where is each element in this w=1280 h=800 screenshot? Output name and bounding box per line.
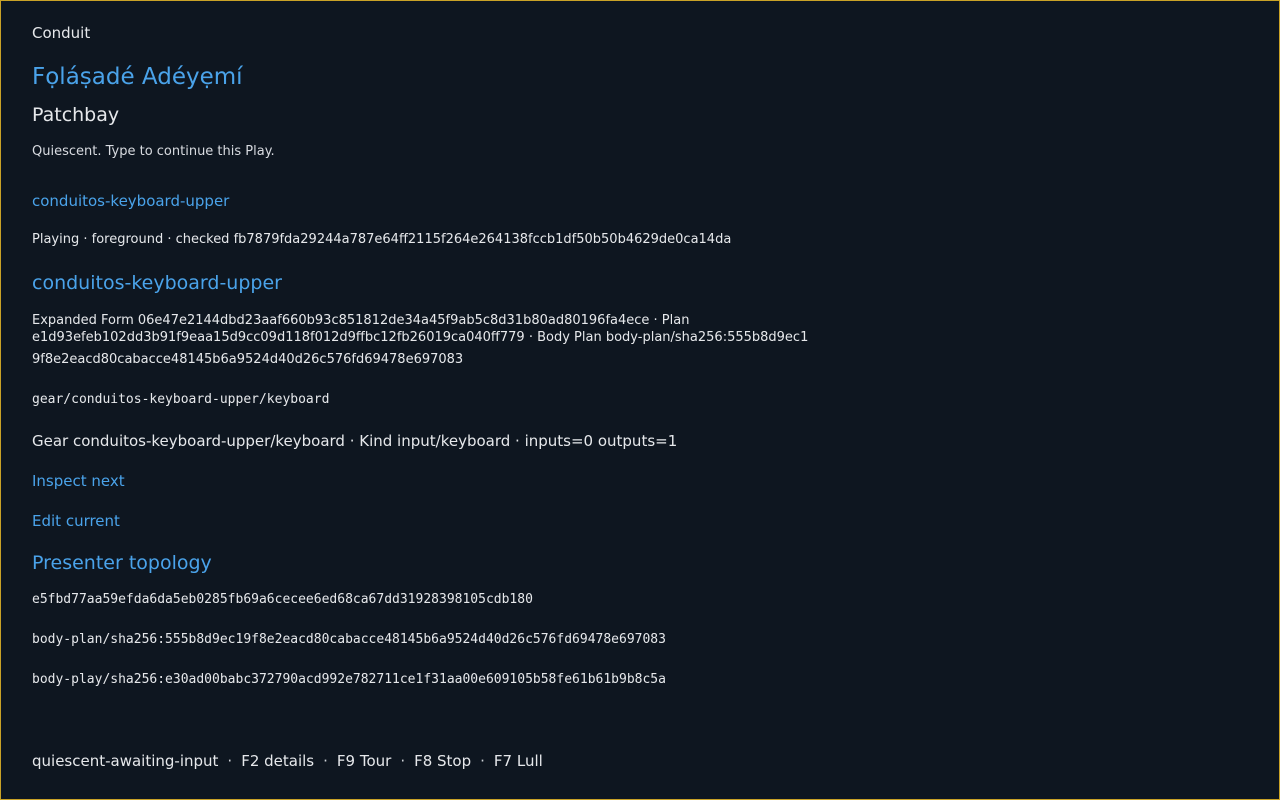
footer-state: quiescent-awaiting-input bbox=[32, 752, 219, 770]
edit-current-link[interactable]: Edit current bbox=[32, 512, 120, 530]
form-section-title: conduitos-keyboard-upper bbox=[32, 272, 282, 294]
inspect-next-link[interactable]: Inspect next bbox=[32, 472, 125, 490]
footer-key-tour[interactable]: F9 Tour bbox=[337, 752, 391, 770]
expanded-form-text: Expanded Form 06e47e2144dbd23aaf660b93c8… bbox=[32, 313, 809, 345]
status-message: Quiescent. Type to continue this Play. bbox=[32, 144, 275, 159]
user-name: Fọláṣadé Adéyẹmí bbox=[32, 64, 243, 90]
footer-key-stop[interactable]: F8 Stop bbox=[414, 752, 471, 770]
footer-separator: · bbox=[227, 752, 233, 770]
footer-key-details[interactable]: F2 details bbox=[241, 752, 314, 770]
app-name: Conduit bbox=[32, 24, 91, 42]
gear-path: gear/conduitos-keyboard-upper/keyboard bbox=[32, 392, 330, 407]
footer-separator: · bbox=[323, 752, 328, 770]
expanded-form-text-cont: 9f8e2eacd80cabacce48145b6a9524d40d26c576… bbox=[32, 352, 464, 367]
footer-key-lull[interactable]: F7 Lull bbox=[494, 752, 543, 770]
topology-hash: body-play/sha256:e30ad00babc372790acd992… bbox=[32, 672, 666, 687]
gear-description: Gear conduitos-keyboard-upper/keyboard ·… bbox=[32, 432, 678, 450]
play-link[interactable]: conduitos-keyboard-upper bbox=[32, 192, 229, 210]
play-status-line: Playing · foreground · checked fb7879fda… bbox=[32, 232, 732, 247]
footer-separator: · bbox=[480, 752, 485, 770]
footer-separator: · bbox=[400, 752, 406, 770]
footer-status-bar: quiescent-awaiting-input · F2 details · … bbox=[32, 752, 543, 770]
topology-hash: e5fbd77aa59efda6da5eb0285fb69a6cecee6ed6… bbox=[32, 592, 533, 607]
topology-title: Presenter topology bbox=[32, 552, 212, 574]
topology-hash: body-plan/sha256:555b8d9ec19f8e2eacd80ca… bbox=[32, 632, 666, 647]
page-title: Patchbay bbox=[32, 104, 120, 126]
